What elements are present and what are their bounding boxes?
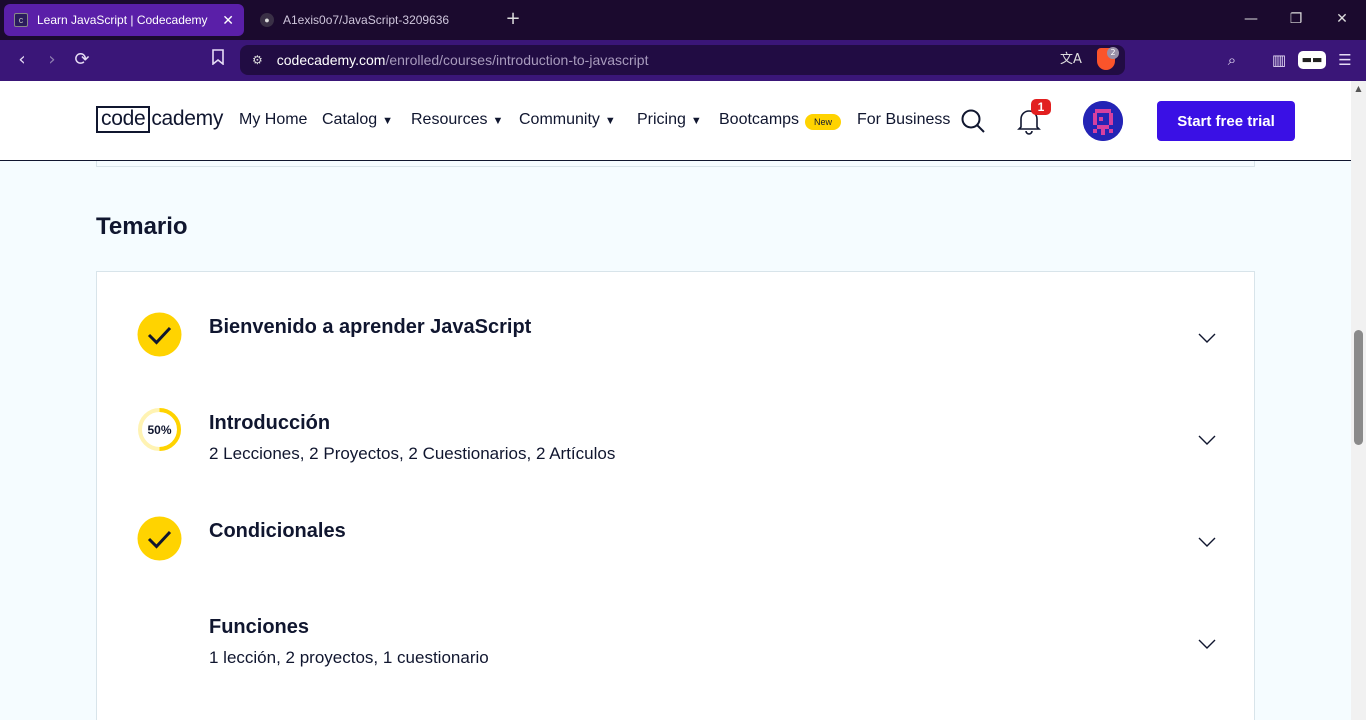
reload-icon[interactable]: ⟳: [69, 48, 95, 72]
nav-community[interactable]: Community ▼: [519, 111, 616, 129]
scrollbar-thumb[interactable]: [1354, 330, 1363, 445]
nav-for-business[interactable]: For Business: [857, 111, 950, 129]
module-title: Funciones: [209, 616, 310, 638]
syllabus-module-condicionales[interactable]: Condicionales: [97, 490, 1254, 590]
tab-close-icon[interactable]: ✕: [222, 12, 234, 29]
caret-down-icon: ▼: [492, 115, 504, 127]
sidebar-toggle-icon[interactable]: ▥: [1266, 49, 1292, 71]
completed-check-icon: [137, 516, 182, 561]
github-favicon-icon: ●: [260, 13, 274, 27]
browser-tab-github[interactable]: ● A1exis0o7/JavaScript-3209636: [250, 4, 490, 36]
nav-resources[interactable]: Resources ▼: [411, 111, 503, 129]
nav-bootcamps[interactable]: Bootcamps: [719, 111, 799, 129]
nav-pricing[interactable]: Pricing ▼: [637, 111, 702, 129]
site-info-icon[interactable]: ⚙: [252, 53, 263, 67]
forward-arrow-icon[interactable]: ›: [39, 48, 65, 72]
screenshot-icon[interactable]: ⌕: [1219, 49, 1245, 71]
progress-label: 50%: [147, 423, 171, 437]
site-header: code cademy My Home Catalog ▼ Resources ▼ C…: [0, 81, 1351, 161]
close-window-button[interactable]: ✕: [1327, 8, 1357, 30]
module-title: Introducción: [209, 412, 331, 434]
nav-my-home[interactable]: My Home: [239, 111, 307, 129]
codecademy-favicon-icon: c: [14, 13, 28, 27]
progress-ring-icon: 50%: [138, 408, 181, 451]
caret-down-icon: ▼: [382, 115, 394, 127]
tab-title: Learn JavaScript | Codecademy: [37, 13, 208, 27]
syllabus-card: Bienvenido a aprender JavaScript 50% Int…: [96, 271, 1255, 720]
nav-catalog[interactable]: Catalog ▼: [322, 111, 393, 129]
module-title: Bienvenido a aprender JavaScript: [209, 316, 532, 338]
translate-icon[interactable]: 文A: [1060, 48, 1082, 67]
completed-check-icon: [137, 312, 182, 357]
url-host: codecademy.com: [276, 52, 386, 68]
chevron-down-icon[interactable]: [1197, 536, 1217, 548]
codecademy-logo[interactable]: code cademy: [96, 105, 223, 133]
previous-section-card-edge: [96, 161, 1255, 167]
syllabus-title: Temario: [96, 213, 188, 240]
caret-down-icon: ▼: [690, 115, 702, 127]
caret-down-icon: ▼: [604, 115, 616, 127]
nav-label: Bootcamps: [719, 111, 800, 128]
url-path: /enrolled/courses/introduction-to-javasc…: [385, 52, 649, 68]
chevron-down-icon[interactable]: [1197, 434, 1217, 446]
logo-academy: cademy: [151, 107, 224, 130]
chevron-down-icon[interactable]: [1197, 638, 1217, 650]
tab-title: A1exis0o7/JavaScript-3209636: [283, 13, 450, 27]
restore-button[interactable]: ❐: [1281, 8, 1311, 30]
syllabus-module-funciones[interactable]: Funciones 1 lección, 2 proyectos, 1 cues…: [97, 592, 1254, 692]
shield-count-badge: 2: [1107, 47, 1119, 59]
scroll-up-arrow-icon[interactable]: ▲: [1351, 82, 1366, 96]
search-icon[interactable]: [960, 108, 986, 134]
chevron-down-icon[interactable]: [1197, 332, 1217, 344]
pixel-avatar-icon: [1083, 101, 1123, 141]
nav-label: Community: [519, 111, 600, 128]
minimize-button[interactable]: —: [1236, 8, 1266, 30]
nav-label: For Business: [857, 111, 951, 128]
browser-toolbar: ‹ › ⟳ ⚙ codecademy.com/enrolled/courses/…: [0, 40, 1366, 81]
nav-label: Resources: [411, 111, 488, 128]
new-badge: New: [805, 114, 841, 130]
logo-code: code: [96, 105, 151, 133]
vpn-glasses-icon[interactable]: ▬▬: [1298, 51, 1326, 69]
module-subtitle: 2 Lecciones, 2 Proyectos, 2 Cuestionario…: [209, 444, 616, 463]
back-arrow-icon[interactable]: ‹: [9, 48, 35, 72]
notification-count-badge: 1: [1031, 99, 1051, 115]
syllabus-module-introduccion[interactable]: 50% Introducción 2 Lecciones, 2 Proyecto…: [97, 388, 1254, 488]
user-avatar[interactable]: [1083, 101, 1123, 141]
new-tab-button[interactable]: +: [502, 8, 524, 30]
start-free-trial-button[interactable]: Start free trial: [1157, 101, 1295, 141]
browser-tab-codecademy[interactable]: c Learn JavaScript | Codecademy ✕: [4, 4, 244, 36]
bookmark-icon[interactable]: [205, 48, 231, 72]
menu-icon[interactable]: ☰: [1332, 49, 1358, 71]
browser-tab-bar: c Learn JavaScript | Codecademy ✕ ● A1ex…: [0, 0, 1366, 40]
nav-label: My Home: [239, 111, 308, 128]
nav-label: Catalog: [322, 111, 378, 128]
syllabus-module-bienvenido[interactable]: Bienvenido a aprender JavaScript: [97, 286, 1254, 386]
address-bar[interactable]: ⚙ codecademy.com/enrolled/courses/introd…: [240, 45, 1125, 75]
module-title: Condicionales: [209, 520, 346, 542]
module-subtitle: 1 lección, 2 proyectos, 1 cuestionario: [209, 648, 489, 667]
nav-label: Pricing: [637, 111, 686, 128]
